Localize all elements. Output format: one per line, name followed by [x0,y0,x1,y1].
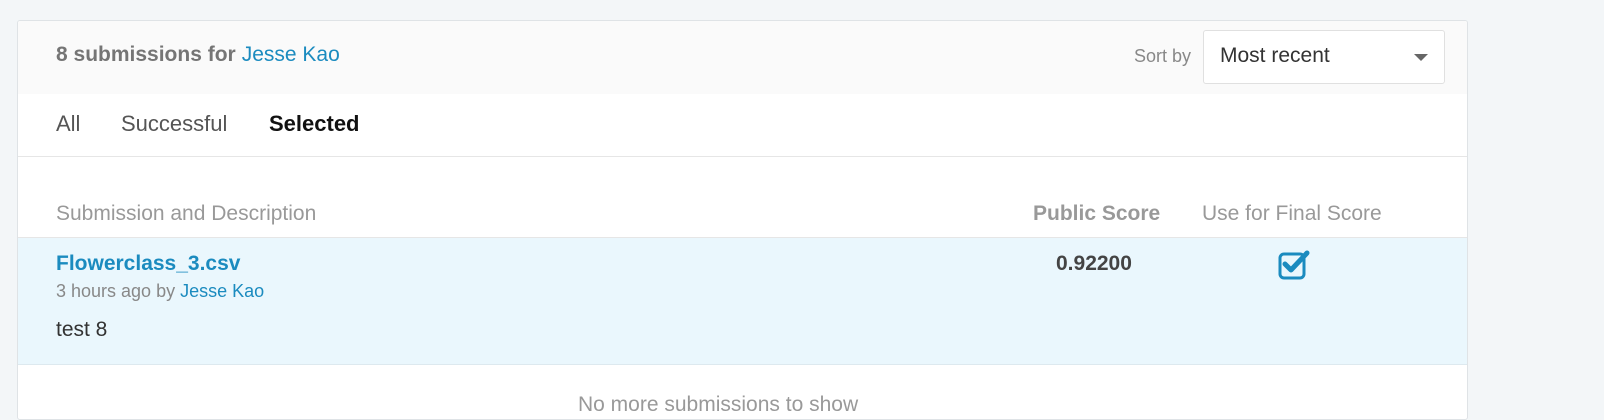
sort-select[interactable]: Most recent [1203,30,1445,84]
submission-description: test 8 [56,318,108,341]
submissions-count-label: 8 submissions for [56,43,236,66]
submissions-title: 8 submissions for Jesse Kao [56,43,340,67]
submission-time: 3 hours ago by [56,281,176,301]
tab-selected[interactable]: Selected [269,111,360,137]
submissions-panel: 8 submissions for Jesse Kao Sort by Most … [17,20,1468,420]
tab-all[interactable]: All [56,111,80,137]
tab-successful[interactable]: Successful [121,111,227,137]
no-more-submissions-text: No more submissions to show [578,393,859,416]
submission-file-link[interactable]: Flowerclass_3.csv [56,252,240,276]
final-score-checkbox[interactable] [1278,249,1310,281]
sort-select-value: Most recent [1220,44,1330,67]
column-header-public-score: Public Score [1033,202,1161,225]
panel-header: 8 submissions for Jesse Kao Sort by Most … [18,21,1467,95]
chevron-down-icon [1414,54,1428,61]
column-header-final-score: Use for Final Score [1202,202,1382,225]
public-score-value: 0.92200 [1056,252,1132,275]
submission-meta: 3 hours ago by Jesse Kao [56,281,264,302]
user-link[interactable]: Jesse Kao [242,43,340,66]
filter-tabs: All Successful Selected [18,94,1467,157]
column-header-submission: Submission and Description [56,202,317,225]
sort-by-label: Sort by [1133,46,1191,66]
submission-author-link[interactable]: Jesse Kao [180,281,264,301]
checkbox-checked-icon [1278,250,1310,280]
table-row: Flowerclass_3.csv 3 hours ago by Jesse K… [18,238,1467,365]
